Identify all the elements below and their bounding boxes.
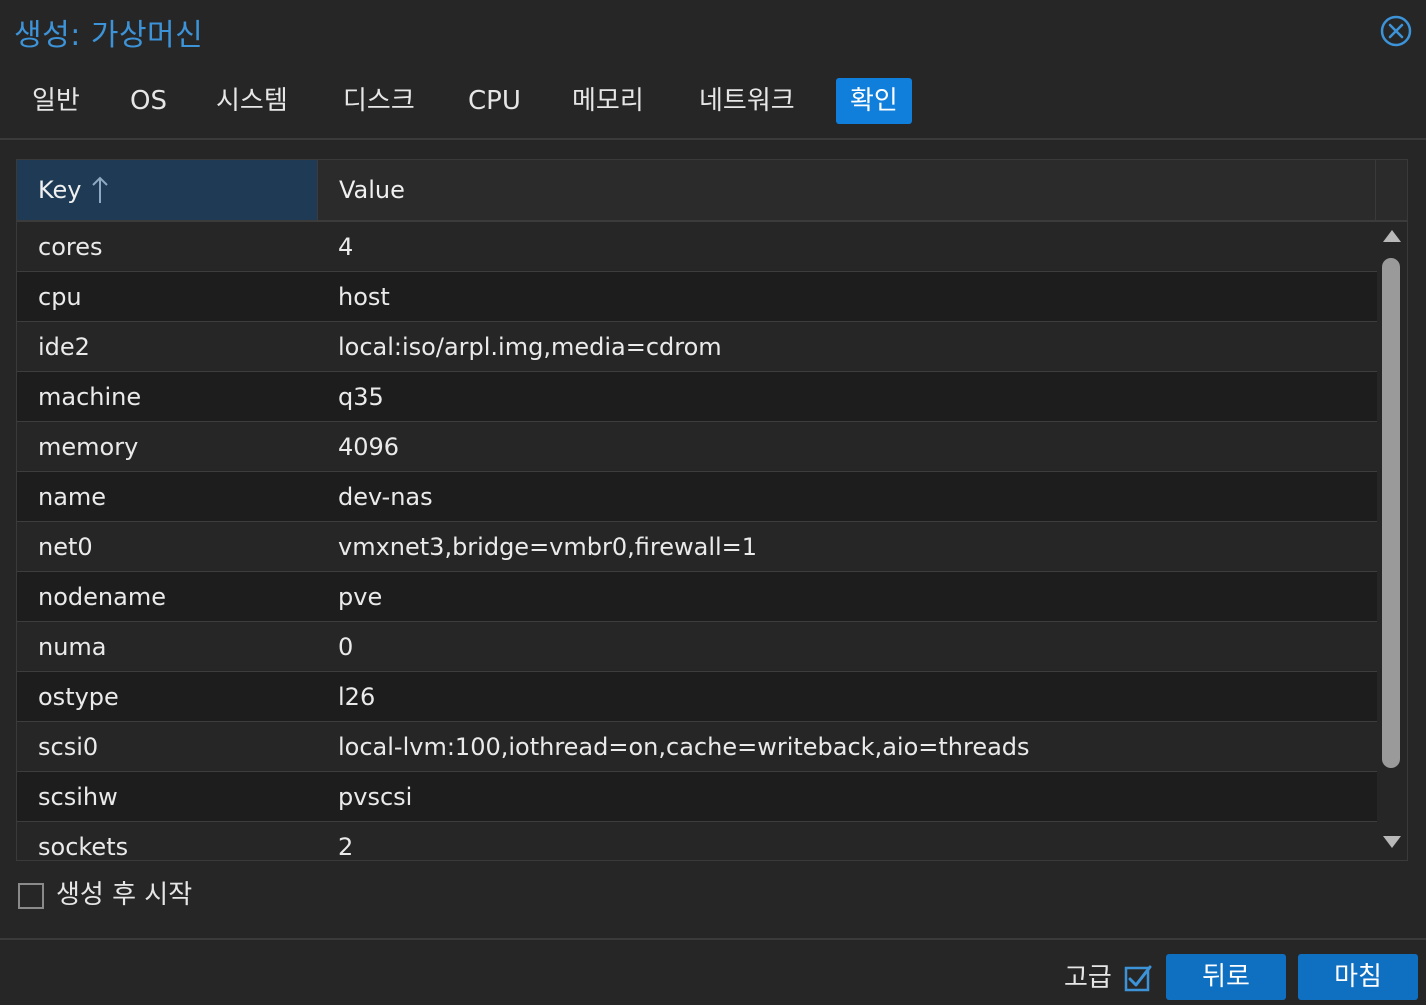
table-row[interactable]: ide2 local:iso/arpl.img,media=cdrom: [17, 322, 1377, 372]
cell-value: vmxnet3,bridge=vmbr0,firewall=1: [338, 533, 758, 561]
header-scroll-spacer: [1375, 160, 1407, 220]
scroll-thumb[interactable]: [1382, 258, 1400, 768]
cell-value: host: [338, 283, 390, 311]
cell-value: l26: [338, 683, 376, 711]
grid-header: Key Value: [17, 160, 1407, 222]
dialog-title: 생성: 가상머신: [14, 18, 204, 53]
cell-key: sockets: [38, 833, 129, 860]
column-header-value[interactable]: Value: [318, 160, 1375, 220]
column-header-key-label: Key: [38, 176, 82, 204]
cell-key: ostype: [38, 683, 119, 711]
cell-key: name: [38, 483, 107, 511]
advanced-label: 고급: [1064, 963, 1112, 993]
cell-key: machine: [38, 383, 142, 411]
table-row[interactable]: memory 4096: [17, 422, 1377, 472]
cell-value: local-lvm:100,iothread=on,cache=writebac…: [338, 733, 1030, 761]
tab-system[interactable]: 시스템: [202, 78, 302, 124]
table-row[interactable]: nodename pve: [17, 572, 1377, 622]
cell-value: 4: [338, 233, 354, 261]
vertical-scrollbar[interactable]: [1377, 222, 1407, 860]
table-row[interactable]: machine q35: [17, 372, 1377, 422]
cell-value: 4096: [338, 433, 400, 461]
start-after-created-checkbox[interactable]: [18, 883, 44, 909]
cell-key: net0: [38, 533, 93, 561]
sort-ascending-icon: [92, 176, 108, 203]
cell-value: 0: [338, 633, 354, 661]
cell-key: nodename: [38, 583, 166, 611]
table-row[interactable]: scsi0 local-lvm:100,iothread=on,cache=wr…: [17, 722, 1377, 772]
scroll-up-arrow-icon[interactable]: [1383, 230, 1401, 242]
table-row[interactable]: sockets 2: [17, 822, 1377, 860]
summary-grid: Key Value cores 4 cpu host ide2 local:is…: [16, 159, 1408, 861]
scroll-down-arrow-icon[interactable]: [1383, 836, 1401, 848]
table-row[interactable]: name dev-nas: [17, 472, 1377, 522]
column-header-value-label: Value: [339, 176, 405, 204]
cell-key: cores: [38, 233, 103, 261]
tab-general[interactable]: 일반: [18, 78, 94, 124]
dialog-footer: 고급 뒤로 마침: [0, 938, 1426, 1005]
tab-memory[interactable]: 메모리: [558, 78, 658, 124]
advanced-checkbox-checked-icon[interactable]: [1124, 964, 1152, 992]
tab-disk[interactable]: 디스크: [329, 78, 429, 124]
cell-key: scsi0: [38, 733, 99, 761]
cell-value: local:iso/arpl.img,media=cdrom: [338, 333, 722, 361]
wizard-tabbar: 일반 OS 시스템 디스크 CPU 메모리 네트워크 확인: [0, 78, 1426, 140]
cell-value: pvscsi: [338, 783, 413, 811]
cell-key: ide2: [38, 333, 90, 361]
table-row[interactable]: ostype l26: [17, 672, 1377, 722]
grid-body: cores 4 cpu host ide2 local:iso/arpl.img…: [17, 222, 1377, 860]
cell-value: q35: [338, 383, 384, 411]
tab-network[interactable]: 네트워크: [685, 78, 809, 124]
finish-button[interactable]: 마침: [1298, 954, 1418, 1000]
cell-value: 2: [338, 833, 354, 860]
column-header-key[interactable]: Key: [17, 160, 318, 220]
close-icon[interactable]: [1380, 15, 1412, 47]
table-row[interactable]: cpu host: [17, 272, 1377, 322]
cell-key: numa: [38, 633, 107, 661]
table-row[interactable]: scsihw pvscsi: [17, 772, 1377, 822]
create-vm-dialog: 생성: 가상머신 일반 OS 시스템 디스크 CPU 메모리 네트워크 확인 K…: [0, 0, 1426, 1005]
back-button[interactable]: 뒤로: [1166, 954, 1286, 1000]
table-row[interactable]: cores 4: [17, 222, 1377, 272]
tab-os[interactable]: OS: [116, 78, 181, 124]
table-row[interactable]: numa 0: [17, 622, 1377, 672]
cell-key: memory: [38, 433, 139, 461]
cell-value: dev-nas: [338, 483, 433, 511]
start-after-created-label: 생성 후 시작: [56, 880, 193, 910]
cell-key: cpu: [38, 283, 82, 311]
tab-cpu[interactable]: CPU: [454, 78, 535, 124]
cell-key: scsihw: [38, 783, 118, 811]
cell-value: pve: [338, 583, 383, 611]
table-row[interactable]: net0 vmxnet3,bridge=vmbr0,firewall=1: [17, 522, 1377, 572]
tab-confirm[interactable]: 확인: [836, 78, 912, 124]
